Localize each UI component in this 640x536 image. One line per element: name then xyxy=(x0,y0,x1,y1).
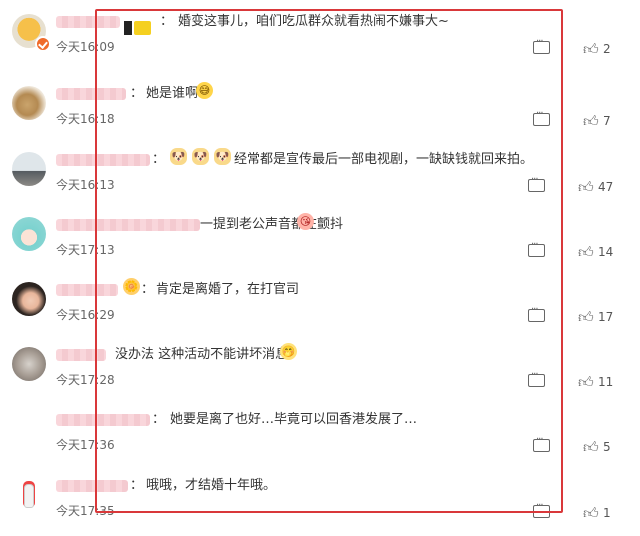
comment-text: 婚变这事儿，咱们吃瓜群众就看热闹不嫌事大~ xyxy=(178,14,449,29)
like-count: 5 xyxy=(603,440,611,454)
thumbs-up-icon[interactable]: 👍︎ xyxy=(583,504,599,523)
colon: ： xyxy=(152,152,166,167)
colon: ： xyxy=(130,478,144,493)
user-avatar[interactable] xyxy=(12,282,46,316)
comment-time: 今天16:29 xyxy=(56,308,115,322)
comment-time: 今天16:13 xyxy=(56,178,115,192)
dog-emoji-icon: 🐶 xyxy=(214,148,231,165)
comment-time: 今天17:13 xyxy=(56,243,115,257)
colon: ： xyxy=(160,14,174,29)
username-blurred[interactable] xyxy=(56,349,106,361)
comment-text: 经常都是宣传最后一部电视剧，一缺缺钱就回来拍。 xyxy=(234,152,534,167)
comment-item: 🌼 ： 肯定是离婚了，在打官司 今天16:29 👍︎ 17 xyxy=(0,274,640,339)
comment-text: 她是谁啊 xyxy=(146,86,199,101)
username-blurred[interactable] xyxy=(56,88,126,100)
like-count: 47 xyxy=(598,180,614,194)
comment-text: 一提到老公声音都在颤抖 xyxy=(200,217,344,232)
username-blurred[interactable] xyxy=(56,154,150,166)
smile-emoji-icon: 🤭 xyxy=(280,343,297,360)
user-avatar[interactable] xyxy=(12,478,46,512)
comment-item: ： 婚变这事儿，咱们吃瓜群众就看热闹不嫌事大~ 今天16:09 👍︎ 2 xyxy=(0,6,640,71)
kiss-emoji-icon: 😘 xyxy=(297,213,314,230)
reply-icon[interactable] xyxy=(533,36,550,54)
colon: ： xyxy=(152,412,166,427)
reply-icon[interactable] xyxy=(528,369,545,387)
username-blurred[interactable] xyxy=(56,480,128,492)
comment-text: 肯定是离婚了，在打官司 xyxy=(156,282,300,297)
comment-time: 今天17:36 xyxy=(56,438,115,452)
thumbs-up-icon[interactable]: 👍︎ xyxy=(583,40,599,59)
like-count: 11 xyxy=(598,375,614,389)
username-blurred[interactable] xyxy=(56,284,118,296)
comment-text: 没办法 这种活动不能讲坏消息 xyxy=(115,347,289,362)
user-avatar[interactable] xyxy=(12,347,46,381)
reply-icon[interactable] xyxy=(528,174,545,192)
user-avatar[interactable] xyxy=(12,152,46,186)
comment-time: 今天16:09 xyxy=(56,40,115,54)
comment-text: 她要是离了也好…毕竟可以回香港发展了… xyxy=(170,412,418,427)
colon: ： xyxy=(130,86,144,101)
comment-time: 今天17:28 xyxy=(56,373,115,387)
comment-item: ： 哦哦，才结婚十年哦。 今天17:35 👍︎ 1 xyxy=(0,470,640,535)
comment-time: 今天16:18 xyxy=(56,112,115,126)
thumbs-up-icon[interactable]: 👍︎ xyxy=(578,308,594,327)
reply-icon[interactable] xyxy=(528,239,545,257)
user-avatar[interactable] xyxy=(12,86,46,120)
reply-icon[interactable] xyxy=(528,304,545,322)
reply-icon[interactable] xyxy=(533,500,550,518)
dog-emoji-icon: 🐶 xyxy=(170,148,187,165)
comment-item: ： 她是谁啊 😅 今天16:18 👍︎ 7 xyxy=(0,78,640,143)
user-avatar[interactable] xyxy=(12,217,46,251)
colon: ： xyxy=(141,282,155,297)
like-count: 7 xyxy=(603,114,611,128)
comment-item: ： 🐶 🐶 🐶 经常都是宣传最后一部电视剧，一缺缺钱就回来拍。 今天16:13 … xyxy=(0,144,640,209)
thumbs-up-icon[interactable]: 👍︎ xyxy=(578,178,594,197)
username-blurred[interactable] xyxy=(56,16,120,28)
thumbs-up-icon[interactable]: 👍︎ xyxy=(578,243,594,262)
lemon-sticker-icon xyxy=(124,19,154,39)
like-count: 2 xyxy=(603,42,611,56)
like-count: 17 xyxy=(598,310,614,324)
username-blurred[interactable] xyxy=(56,219,200,231)
sweat-emoji-icon: 😅 xyxy=(196,82,213,99)
dog-emoji-icon: 🐶 xyxy=(192,148,209,165)
like-count: 1 xyxy=(603,506,611,520)
comment-item: ： 她要是离了也好…毕竟可以回香港发展了… 今天17:36 👍︎ 5 xyxy=(0,404,640,469)
like-count: 14 xyxy=(598,245,614,259)
comment-item: 一提到老公声音都在颤抖 😘 今天17:13 👍︎ 14 xyxy=(0,209,640,274)
comment-text: 哦哦，才结婚十年哦。 xyxy=(146,478,277,493)
flower-emoji-icon: 🌼 xyxy=(123,278,140,295)
verified-badge-icon xyxy=(35,36,51,52)
username-blurred[interactable] xyxy=(56,414,150,426)
reply-icon[interactable] xyxy=(533,108,550,126)
comment-item: 没办法 这种活动不能讲坏消息 🤭 今天17:28 👍︎ 11 xyxy=(0,339,640,404)
thumbs-up-icon[interactable]: 👍︎ xyxy=(583,438,599,457)
comment-time: 今天17:35 xyxy=(56,504,115,518)
thumbs-up-icon[interactable]: 👍︎ xyxy=(583,112,599,131)
thumbs-up-icon[interactable]: 👍︎ xyxy=(578,373,594,392)
reply-icon[interactable] xyxy=(533,434,550,452)
